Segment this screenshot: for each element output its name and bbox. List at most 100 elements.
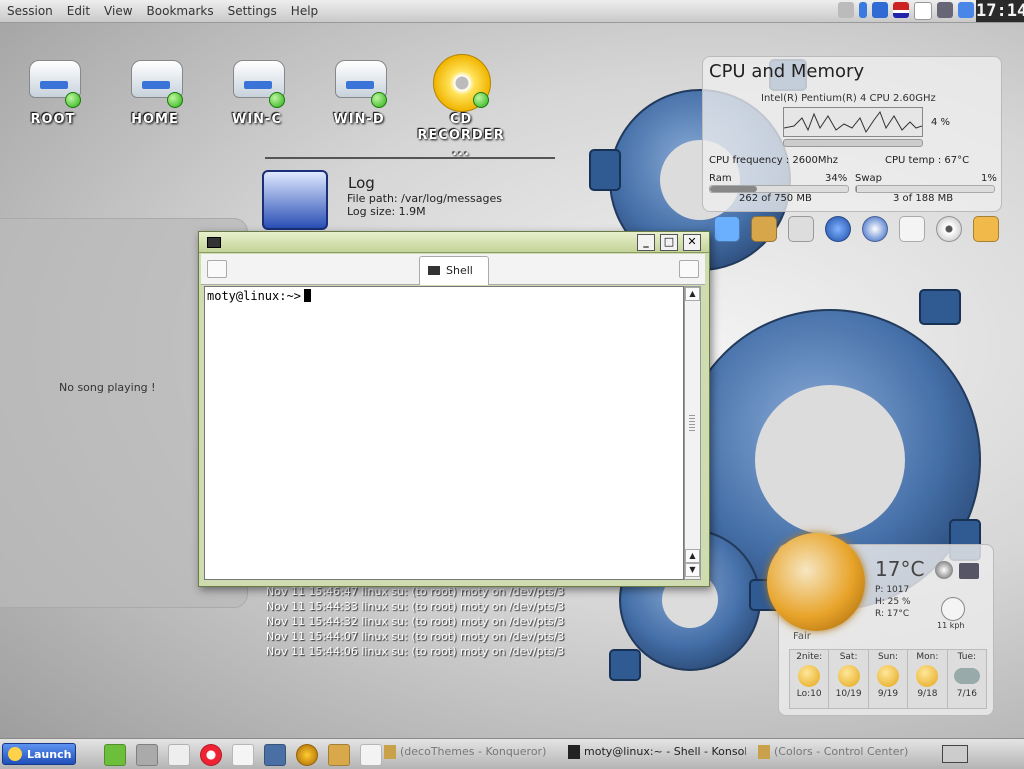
scroll-grip[interactable]	[689, 415, 695, 431]
scroll-up-button[interactable]: ▲	[685, 287, 700, 301]
log-file-path: File path: /var/log/messages	[347, 192, 502, 205]
desktop-icon-cd-recorder[interactable]: CD RECORDER ...	[416, 52, 506, 160]
desktop-icon-home[interactable]: HOME	[110, 52, 200, 128]
clock[interactable]: 17:14	[976, 0, 1024, 22]
terminal-icon	[568, 745, 580, 759]
task-control-center[interactable]: (Colors - Control Center)	[758, 745, 928, 763]
mail-icon[interactable]	[168, 744, 190, 766]
editor-icon[interactable]	[232, 744, 254, 766]
printer-icon[interactable]	[937, 2, 953, 18]
menubar: Session Edit View Bookmarks Settings Hel…	[0, 0, 1024, 23]
camera-icon[interactable]	[959, 563, 979, 579]
forecast: 2nite: Lo:10 Sat: 10/19 Sun: 9/19 Mon: 9…	[789, 649, 987, 709]
forecast-temps: 9/18	[917, 689, 938, 699]
office-icon[interactable]	[328, 744, 350, 766]
settings-icon[interactable]	[264, 744, 286, 766]
cpu-frequency: CPU frequency : 2600Mhz	[709, 155, 839, 166]
mounted-icon	[269, 92, 285, 108]
close-tab-button[interactable]	[679, 260, 699, 278]
scroll-up-button-lower[interactable]: ▲	[685, 549, 700, 563]
task-konsole[interactable]: moty@linux:~ - Shell - Konsole	[568, 745, 746, 763]
task-konqueror[interactable]: (decoThemes - Konqueror)	[384, 745, 556, 763]
terminal-prompt: moty@linux:~>	[207, 289, 311, 303]
trash-icon[interactable]	[973, 216, 999, 242]
menu-session[interactable]: Session	[0, 4, 60, 18]
paint-icon[interactable]	[360, 744, 382, 766]
menu-bookmarks[interactable]: Bookmarks	[140, 4, 221, 18]
window-titlebar[interactable]: _ □ ✕	[199, 232, 709, 253]
cpu-model: Intel(R) Pentium(R) 4 CPU 2.60GHz	[761, 93, 936, 104]
launch-button[interactable]: Launch	[2, 743, 76, 765]
quick-icons	[714, 216, 999, 242]
swap-bar-fill	[856, 186, 858, 192]
desktop-icon-label: ROOT	[30, 112, 76, 127]
tab-shell[interactable]: Shell	[419, 256, 489, 285]
weather-pressure: P: 1017	[875, 585, 910, 595]
drive-icon[interactable]	[788, 216, 814, 242]
log-line: Nov 11 15:44:32 linux su: (to root) moty…	[266, 615, 565, 628]
weather-widget: 17°C P: 1017 H: 25 % R: 17°C 11 kph Fair…	[767, 533, 994, 716]
clipboard-icon[interactable]	[914, 2, 932, 20]
desktop-icon-label: CD RECORDER ...	[417, 112, 505, 159]
terminal-icon[interactable]	[207, 237, 221, 248]
arrow-icon[interactable]	[859, 2, 867, 18]
quick-launch	[104, 744, 382, 766]
sun-icon	[837, 665, 860, 687]
usb-icon[interactable]	[838, 2, 854, 18]
swap-value: 3 of 188 MB	[893, 193, 954, 204]
kde-icon[interactable]	[104, 744, 126, 766]
updater-icon[interactable]	[872, 2, 888, 18]
log-title: Log	[348, 174, 375, 192]
globe-icon[interactable]	[935, 561, 953, 579]
tab-label: Shell	[446, 264, 473, 277]
show-desktop-button[interactable]	[942, 745, 968, 763]
desktop-icon-root[interactable]: ROOT	[8, 52, 98, 128]
ram-percent: 34%	[825, 173, 848, 184]
document-icon[interactable]	[899, 216, 925, 242]
clock-icon[interactable]	[862, 216, 888, 242]
desktop-icon-win-d[interactable]: WIN-D	[314, 52, 404, 128]
maximize-button[interactable]: □	[660, 234, 678, 251]
help-icon[interactable]	[200, 744, 222, 766]
menu-view[interactable]: View	[97, 4, 139, 18]
menu-help[interactable]: Help	[284, 4, 325, 18]
sun-icon	[916, 665, 939, 687]
swap-percent: 1%	[981, 173, 997, 184]
flag-icon[interactable]	[893, 2, 909, 18]
forecast-day: 2nite: Lo:10	[790, 650, 830, 708]
weather-condition: Fair	[793, 631, 811, 642]
forecast-day-name: Mon:	[916, 652, 939, 662]
moon-icon	[798, 665, 821, 687]
scroll-down-button[interactable]: ▼	[685, 563, 700, 577]
weather-real: R: 17°C	[875, 609, 910, 619]
divider	[265, 157, 555, 159]
ram-value: 262 of 750 MB	[739, 193, 812, 204]
forecast-day: Sat: 10/19	[829, 650, 869, 708]
browser-icon[interactable]	[136, 744, 158, 766]
music-icon[interactable]	[296, 744, 318, 766]
tab-bar: Shell	[201, 254, 705, 285]
log-icon[interactable]	[262, 170, 328, 230]
network-icon[interactable]	[825, 216, 851, 242]
computer-icon[interactable]	[714, 216, 740, 242]
desktop-icon-label: WIN-C	[232, 112, 282, 127]
scrollbar[interactable]: ▲ ▲ ▼	[684, 286, 701, 580]
log-lines: Nov 11 15:46:47 linux su: (to root) moty…	[266, 584, 596, 659]
volume-icon[interactable]	[958, 2, 974, 18]
menu-settings[interactable]: Settings	[221, 4, 284, 18]
ram-label: Ram	[709, 173, 732, 184]
terminal-screen[interactable]: moty@linux:~>	[204, 286, 684, 580]
task-label: (Colors - Control Center)	[774, 745, 909, 758]
close-button[interactable]: ✕	[683, 234, 701, 251]
minimize-button[interactable]: _	[637, 234, 655, 251]
forecast-temps: Lo:10	[796, 689, 822, 699]
menu-edit[interactable]: Edit	[60, 4, 97, 18]
log-size: Log size: 1.9M	[347, 205, 426, 218]
desktop-icon-win-c[interactable]: WIN-C	[212, 52, 302, 128]
cd-icon[interactable]	[936, 216, 962, 242]
forecast-temps: 7/16	[956, 689, 977, 699]
tools-icon[interactable]	[751, 216, 777, 242]
new-tab-button[interactable]	[207, 260, 227, 278]
desktop-icon-label: WIN-D	[333, 112, 385, 127]
taskbar: Launch (decoThemes - Konqueror) moty@lin…	[0, 738, 1024, 769]
